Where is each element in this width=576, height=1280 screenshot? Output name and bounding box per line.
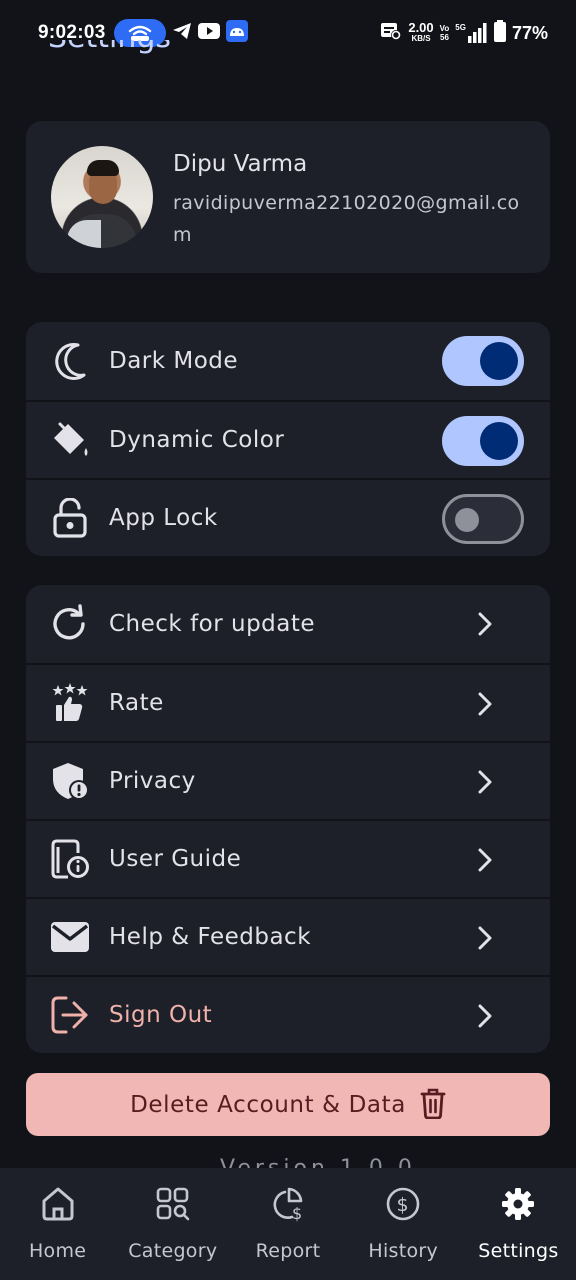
- nav-report[interactable]: $ Report: [230, 1168, 345, 1280]
- nav-home[interactable]: Home: [0, 1168, 115, 1280]
- chevron-right-icon: [478, 1004, 492, 1028]
- sim-sync-icon: [380, 21, 402, 45]
- volte-indicator: Vo 56: [439, 24, 450, 42]
- nav-category[interactable]: Category: [115, 1168, 230, 1280]
- battery-percent: 77%: [511, 22, 548, 43]
- paint-bucket-icon: [50, 420, 90, 460]
- dynamic-color-toggle[interactable]: [442, 416, 524, 466]
- profile-card[interactable]: Dipu Varma ravidipuverma22102020@gmail.c…: [26, 121, 550, 273]
- app-lock-toggle[interactable]: [442, 494, 524, 544]
- preferences-card: Dark Mode Dynamic Color App Lock: [26, 322, 550, 556]
- dollar-circle-icon: $: [385, 1186, 421, 1222]
- mail-icon: [50, 917, 90, 957]
- row-label: Rate: [109, 690, 164, 716]
- refresh-icon: [50, 604, 90, 644]
- moon-icon: [50, 341, 90, 381]
- gear-icon: [500, 1186, 536, 1222]
- category-icon: [155, 1186, 191, 1222]
- network-speed: 2.00 KB/S: [408, 20, 434, 43]
- thumbs-up-stars-icon: [50, 683, 90, 723]
- rate-row[interactable]: Rate: [26, 663, 550, 741]
- row-label: Sign Out: [109, 1002, 213, 1028]
- chevron-right-icon: [478, 848, 492, 872]
- row-label: User Guide: [109, 846, 242, 872]
- row-label: App Lock: [109, 505, 218, 531]
- trash-icon: [420, 1087, 446, 1123]
- nav-label: Report: [255, 1240, 321, 1262]
- report-icon: $: [270, 1186, 306, 1222]
- nav-settings[interactable]: Settings: [461, 1168, 576, 1280]
- dynamic-color-row[interactable]: Dynamic Color: [26, 400, 550, 478]
- guide-info-icon: [50, 839, 90, 879]
- signal-icon: 5G: [455, 23, 488, 43]
- app-lock-row[interactable]: App Lock: [26, 478, 550, 556]
- avatar: [51, 146, 153, 248]
- sign-out-row[interactable]: Sign Out: [26, 975, 550, 1053]
- unlock-icon: [50, 498, 90, 538]
- chevron-right-icon: [478, 692, 492, 716]
- nav-history[interactable]: $ History: [346, 1168, 461, 1280]
- menu-card: Check for update Rate Privacy User Guide…: [26, 585, 550, 1053]
- home-icon: [40, 1186, 76, 1222]
- user-guide-row[interactable]: User Guide: [26, 819, 550, 897]
- nav-label: History: [368, 1240, 439, 1262]
- version-text: Version 1.0.0: [220, 1156, 416, 1170]
- bottom-navigation: Home Category $ Report $ History Setting…: [0, 1168, 576, 1280]
- row-label: Dark Mode: [109, 348, 239, 374]
- row-label: Check for update: [109, 611, 316, 637]
- profile-name: Dipu Varma: [173, 151, 308, 177]
- svg-text:$: $: [397, 1194, 409, 1216]
- nav-label: Home: [28, 1240, 87, 1262]
- privacy-row[interactable]: Privacy: [26, 741, 550, 819]
- chevron-right-icon: [478, 612, 492, 636]
- dark-mode-row[interactable]: Dark Mode: [26, 322, 550, 400]
- sign-out-icon: [50, 995, 90, 1035]
- dark-mode-toggle[interactable]: [442, 336, 524, 386]
- page-title: Settings: [48, 40, 248, 64]
- svg-text:$: $: [292, 1204, 302, 1222]
- chevron-right-icon: [478, 770, 492, 794]
- row-label: Dynamic Color: [109, 427, 285, 453]
- delete-account-label: Delete Account & Data: [130, 1091, 406, 1118]
- nav-label: Category: [128, 1240, 218, 1262]
- battery-icon: [493, 20, 506, 46]
- delete-account-button[interactable]: Delete Account & Data: [26, 1073, 550, 1136]
- help-feedback-row[interactable]: Help & Feedback: [26, 897, 550, 975]
- nav-label: Settings: [478, 1240, 559, 1262]
- check-update-row[interactable]: Check for update: [26, 585, 550, 663]
- row-label: Privacy: [109, 768, 196, 794]
- row-label: Help & Feedback: [109, 924, 312, 950]
- profile-email: ravidipuverma22102020@gmail.com: [173, 192, 520, 246]
- chevron-right-icon: [478, 926, 492, 950]
- shield-alert-icon: [50, 761, 90, 801]
